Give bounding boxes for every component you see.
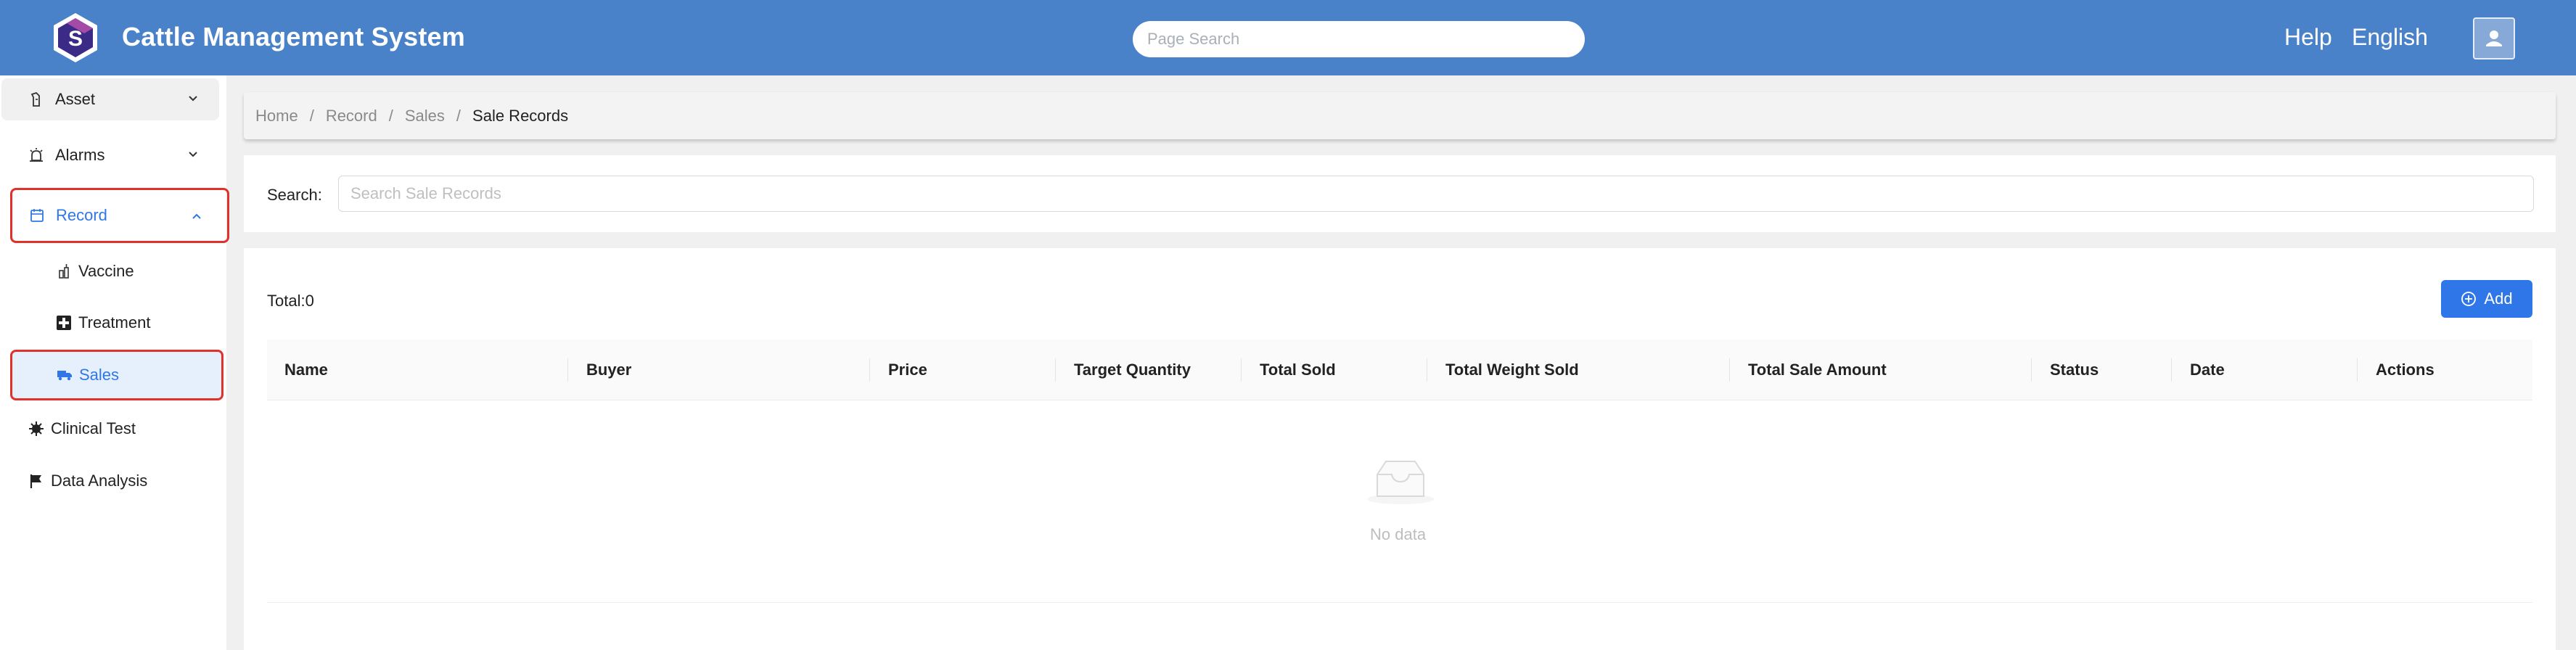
- column-header-status[interactable]: Status: [2050, 340, 2099, 400]
- column-header-price[interactable]: Price: [888, 340, 927, 400]
- table-header: Name Buyer Price Target Quantity Total S…: [267, 340, 2532, 400]
- sidebar-item-label: Alarms: [55, 146, 105, 164]
- column-divider: [1241, 358, 1242, 382]
- column-divider: [567, 358, 568, 382]
- column-header-date[interactable]: Date: [2190, 340, 2225, 400]
- column-header-target-quantity[interactable]: Target Quantity: [1074, 340, 1191, 400]
- empty-inbox-icon: [1367, 461, 1434, 504]
- sidebar-item-label: Asset: [55, 90, 96, 108]
- breadcrumb-separator: /: [309, 106, 314, 125]
- page-search-input[interactable]: [1133, 21, 1585, 57]
- table-divider: [267, 602, 2532, 603]
- flag-icon: [28, 472, 45, 490]
- sidebar-item-clinical-test[interactable]: Clinical Test: [28, 408, 136, 450]
- language-selector[interactable]: English: [2352, 24, 2428, 51]
- column-divider: [2357, 358, 2358, 382]
- column-header-total-weight-sold[interactable]: Total Weight Sold: [1445, 340, 1579, 400]
- breadcrumb-separator: /: [456, 106, 462, 125]
- clinical-icon: [28, 420, 45, 437]
- alarm-icon: [28, 147, 45, 164]
- record-icon: [28, 207, 46, 224]
- logo-icon[interactable]: S: [51, 12, 100, 64]
- breadcrumb-sales[interactable]: Sales: [405, 107, 445, 126]
- asset-icon: [28, 91, 45, 108]
- treatment-icon: [55, 314, 73, 332]
- sidebar-item-data-analysis[interactable]: Data Analysis: [28, 460, 147, 502]
- breadcrumb-current: Sale Records: [472, 106, 569, 125]
- plus-circle-icon: [2461, 292, 2477, 306]
- vaccine-icon: [55, 263, 73, 280]
- sidebar-item-label: Sales: [79, 366, 120, 384]
- column-header-name[interactable]: Name: [284, 340, 328, 400]
- sidebar-item-label: Vaccine: [78, 262, 134, 280]
- breadcrumb-record[interactable]: Record: [326, 107, 377, 126]
- column-divider: [1729, 358, 1730, 382]
- svg-text:S: S: [68, 27, 83, 51]
- column-divider: [2031, 358, 2032, 382]
- sidebar-item-sales[interactable]: Sales: [10, 350, 223, 400]
- sidebar-item-label: Treatment: [78, 313, 151, 332]
- sidebar-item-treatment[interactable]: Treatment: [55, 302, 150, 344]
- chevron-up-icon: [192, 213, 201, 219]
- sidebar-item-asset[interactable]: Asset: [1, 78, 219, 120]
- sidebar: Asset Alarms Record Vaccine Treatment Sa…: [0, 75, 229, 650]
- user-avatar-button[interactable]: [2473, 17, 2515, 59]
- app-title: Cattle Management System: [122, 22, 465, 52]
- sidebar-item-alarms[interactable]: Alarms: [1, 134, 219, 176]
- sidebar-item-label: Record: [56, 206, 107, 224]
- chevron-down-icon: [189, 152, 197, 157]
- top-header: S Cattle Management System Help English: [0, 0, 2576, 75]
- column-header-actions[interactable]: Actions: [2376, 340, 2435, 400]
- sidebar-item-vaccine[interactable]: Vaccine: [55, 250, 134, 292]
- total-count: Total:0: [267, 292, 314, 310]
- chevron-down-icon: [189, 96, 197, 102]
- sidebar-item-label: Clinical Test: [51, 419, 136, 437]
- sales-icon: [56, 366, 73, 384]
- column-header-buyer[interactable]: Buyer: [586, 340, 631, 400]
- search-label: Search:: [267, 186, 322, 204]
- add-button[interactable]: Add: [2441, 280, 2532, 318]
- breadcrumb: Home / Record / Sales / Sale Records: [244, 92, 2556, 139]
- help-link[interactable]: Help: [2284, 24, 2332, 51]
- sidebar-item-record[interactable]: Record: [10, 188, 229, 243]
- search-sale-records-input[interactable]: [338, 176, 2534, 212]
- empty-state-text: No data: [1370, 525, 1427, 543]
- breadcrumb-home[interactable]: Home: [255, 107, 298, 126]
- column-divider: [1055, 358, 1056, 382]
- add-button-label: Add: [2484, 289, 2513, 308]
- user-icon: [2486, 30, 2502, 46]
- column-divider: [869, 358, 870, 382]
- column-header-total-sale-amount[interactable]: Total Sale Amount: [1748, 340, 1887, 400]
- sale-records-panel: Total:0 Add Name Buyer Price Target Quan…: [244, 248, 2556, 650]
- column-divider: [2171, 358, 2172, 382]
- search-panel: Search:: [244, 155, 2556, 232]
- breadcrumb-separator: /: [388, 106, 393, 125]
- sidebar-item-label: Data Analysis: [51, 472, 148, 490]
- column-header-total-sold[interactable]: Total Sold: [1260, 340, 1336, 400]
